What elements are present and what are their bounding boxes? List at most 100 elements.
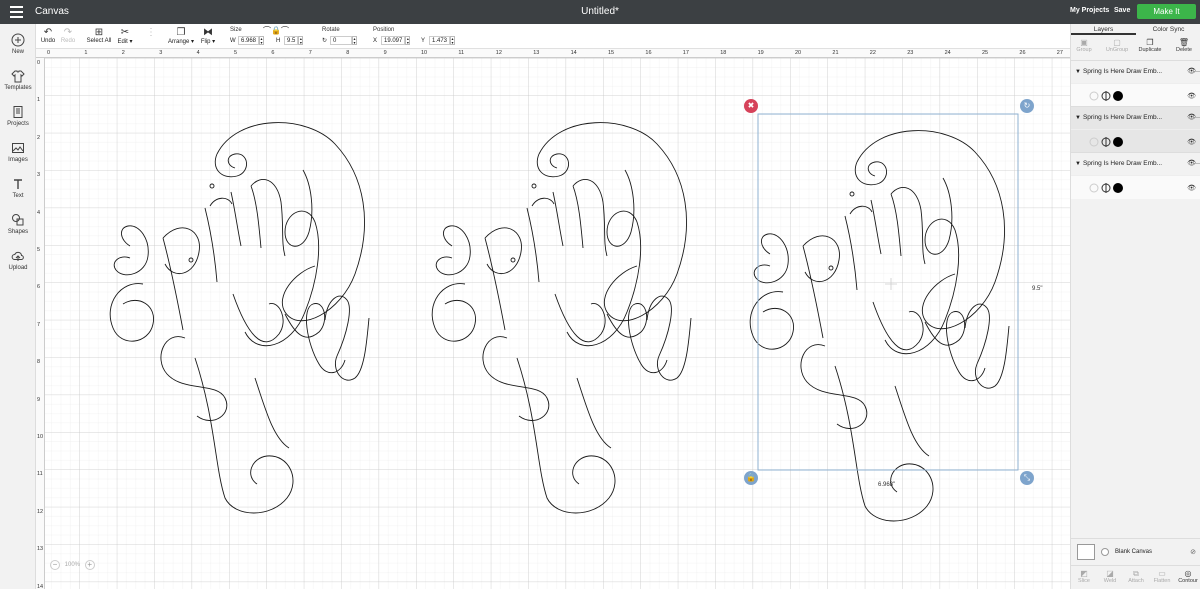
arrange-menu[interactable]: ❐ Arrange ▾ [166, 27, 196, 45]
expand-triangle-icon[interactable]: ▼ [1075, 69, 1081, 75]
collapse-icon[interactable]: — [1193, 107, 1200, 129]
height-stepper[interactable]: ▴ ▾ [298, 36, 304, 45]
ruler-tick-label: 19 [757, 50, 764, 56]
rotate-field[interactable]: 0 [330, 36, 352, 45]
ruler-tick-label: 18 [720, 50, 727, 56]
weld-button[interactable]: ◪ Weld [1097, 569, 1123, 584]
design-canvas[interactable]: ✖ ↻ 🔒 ⤡ 9.5" 6.968" 0 1 2 3 4 5 6 7 8 9 10 11 12 13 14… [36, 49, 1070, 589]
redo-icon: ↷ [63, 27, 73, 38]
canvas-color-swatch[interactable] [1077, 544, 1095, 560]
eye-icon[interactable]: 👁 [1187, 138, 1196, 146]
ungroup-button[interactable]: ▢ UnGroup [1104, 38, 1130, 53]
ruler-tick-label: 4 [37, 209, 41, 216]
duplicate-icon: ❐ [1146, 38, 1154, 47]
hidden-eye-icon[interactable]: ⊘ [1190, 548, 1196, 556]
layer-name: Spring Is Here Draw Emb... [1082, 114, 1163, 121]
edit-menu[interactable]: ✂ Edit ▾ [114, 27, 136, 45]
collapse-icon[interactable]: — [1193, 153, 1200, 175]
resize-handle-icon[interactable]: ⤡ [1020, 471, 1034, 485]
layer-group[interactable]: ▼ Spring Is Here Draw Emb... 👁 — 👁 [1071, 60, 1200, 107]
contour-button[interactable]: ◎ Contour [1175, 569, 1200, 584]
layer-item[interactable]: 👁 [1071, 175, 1200, 199]
slice-icon: ◩ [1080, 569, 1088, 578]
projects-icon [13, 106, 23, 118]
undo-button[interactable]: ↶ Undo [40, 27, 56, 44]
collapse-icon[interactable]: — [1193, 61, 1200, 83]
redo-button[interactable]: ↷ Redo [60, 27, 76, 44]
position-label: Position [373, 27, 395, 33]
tab-color-sync[interactable]: Color Sync [1136, 24, 1200, 35]
eye-icon[interactable]: 👁 [1187, 92, 1196, 100]
top-bar: Canvas Untitled* My Projects Save Make I… [0, 0, 1200, 24]
align-button[interactable]: ⋮ [144, 27, 158, 38]
trash-icon: 🗑 [1178, 38, 1190, 47]
layer-item[interactable]: 👁 [1071, 129, 1200, 153]
duplicate-button[interactable]: ❐ Duplicate [1137, 38, 1163, 53]
layer-name: Spring Is Here Draw Emb... [1082, 68, 1163, 75]
canvas-grid [45, 58, 1070, 589]
arrange-icon: ❐ [176, 27, 186, 38]
ruler-tick-label: 7 [37, 321, 41, 328]
lock-ratio-toggle[interactable]: ⌒🔒⌒ [261, 25, 291, 36]
ruler-tick-label: 8 [346, 50, 350, 56]
ruler-tick-label: 12 [495, 50, 502, 56]
layer-item[interactable]: 👁 [1071, 83, 1200, 107]
expand-triangle-icon[interactable]: ▼ [1075, 115, 1081, 121]
sidebar-item-text[interactable]: Text [0, 177, 36, 199]
my-projects-link[interactable]: My Projects [1070, 7, 1109, 14]
edit-toolbar: ↶ Undo ↷ Redo ⊞ Select All ✂ Edit ▾ ⋮ ❐ … [36, 24, 1070, 49]
sidebar-item-new[interactable]: New [0, 33, 36, 55]
expand-triangle-icon[interactable]: ▼ [1075, 161, 1081, 167]
zoom-in-button[interactable]: + [84, 560, 95, 570]
zoom-out-button[interactable]: − [50, 560, 60, 570]
sidebar-item-shapes[interactable]: Shapes [0, 213, 36, 235]
horizontal-ruler: 0 1 2 3 4 5 6 7 8 9 10 11 12 13 14 15 16 17 18 19 20 21 22 23 24… [36, 49, 1070, 58]
x-stepper[interactable]: ▴ ▾ [405, 36, 411, 45]
eye-icon[interactable]: 👁 [1187, 184, 1196, 192]
contour-icon: ◎ [1184, 569, 1192, 578]
width-stepper[interactable]: ▴ ▾ [259, 36, 265, 45]
lock-handle-icon[interactable]: 🔒 [744, 471, 758, 485]
ruler-tick-label: 11 [37, 471, 43, 478]
sidebar-item-images[interactable]: Images [0, 141, 36, 163]
layer-group[interactable]: ▼ Spring Is Here Draw Emb... 👁 — 👁 [1071, 152, 1200, 199]
canvas-radio[interactable] [1101, 548, 1109, 556]
layers-panel: Layers Color Sync ▣ Group ▢ UnGroup ❐ Dupli… [1070, 24, 1200, 589]
group-button[interactable]: ▣ Group [1071, 38, 1097, 53]
ruler-tick-label: 14 [570, 50, 577, 56]
y-stepper[interactable]: ▴ ▾ [450, 36, 456, 45]
ruler-tick-label: 15 [608, 50, 615, 56]
ruler-tick-label: 6 [271, 50, 275, 56]
ruler-tick-label: 25 [982, 50, 989, 56]
rotate-icon: ↻ [322, 38, 328, 45]
blank-canvas-row[interactable]: Blank Canvas ⊘ [1071, 538, 1200, 564]
ruler-tick-label: 1 [84, 50, 88, 56]
ruler-tick-label: 24 [944, 50, 951, 56]
save-link[interactable]: Save [1114, 7, 1130, 14]
x-position-field[interactable]: 19.097 [381, 36, 406, 45]
ruler-tick-label: 17 [682, 50, 689, 56]
height-field[interactable]: 9.5 [284, 36, 299, 45]
layer-group[interactable]: ▼ Spring Is Here Draw Emb... 👁 — 👁 [1071, 106, 1200, 153]
tab-layers[interactable]: Layers [1071, 24, 1136, 35]
width-field[interactable]: 6.968 [238, 36, 260, 45]
make-it-button[interactable]: Make It [1137, 4, 1196, 19]
delete-button[interactable]: 🗑 Delete [1171, 38, 1197, 53]
select-all-button[interactable]: ⊞ Select All [86, 27, 112, 44]
sidebar-item-projects[interactable]: Projects [0, 105, 36, 127]
y-position-field[interactable]: 1.473 [429, 36, 451, 45]
sidebar-item-templates[interactable]: Templates [0, 69, 36, 91]
document-title[interactable]: Untitled* [581, 6, 619, 17]
ruler-tick-label: 16 [645, 50, 652, 56]
delete-handle-icon[interactable]: ✖ [744, 99, 758, 113]
rotate-handle-icon[interactable]: ↻ [1020, 99, 1034, 113]
attach-button[interactable]: ⧉ Attach [1123, 569, 1149, 584]
layer-name: Spring Is Here Draw Emb... [1082, 160, 1163, 167]
bottom-tools: ◩ Slice ◪ Weld ⧉ Attach ▭ Flatten ◎ Contour [1071, 565, 1200, 589]
flip-menu[interactable]: ⧓ Flip ▾ [198, 27, 218, 45]
menu-icon[interactable] [10, 6, 23, 18]
sidebar-item-upload[interactable]: Upload [0, 249, 36, 271]
slice-button[interactable]: ◩ Slice [1071, 569, 1097, 584]
flatten-button[interactable]: ▭ Flatten [1149, 569, 1175, 584]
rotate-stepper[interactable]: ▴ ▾ [352, 36, 357, 45]
